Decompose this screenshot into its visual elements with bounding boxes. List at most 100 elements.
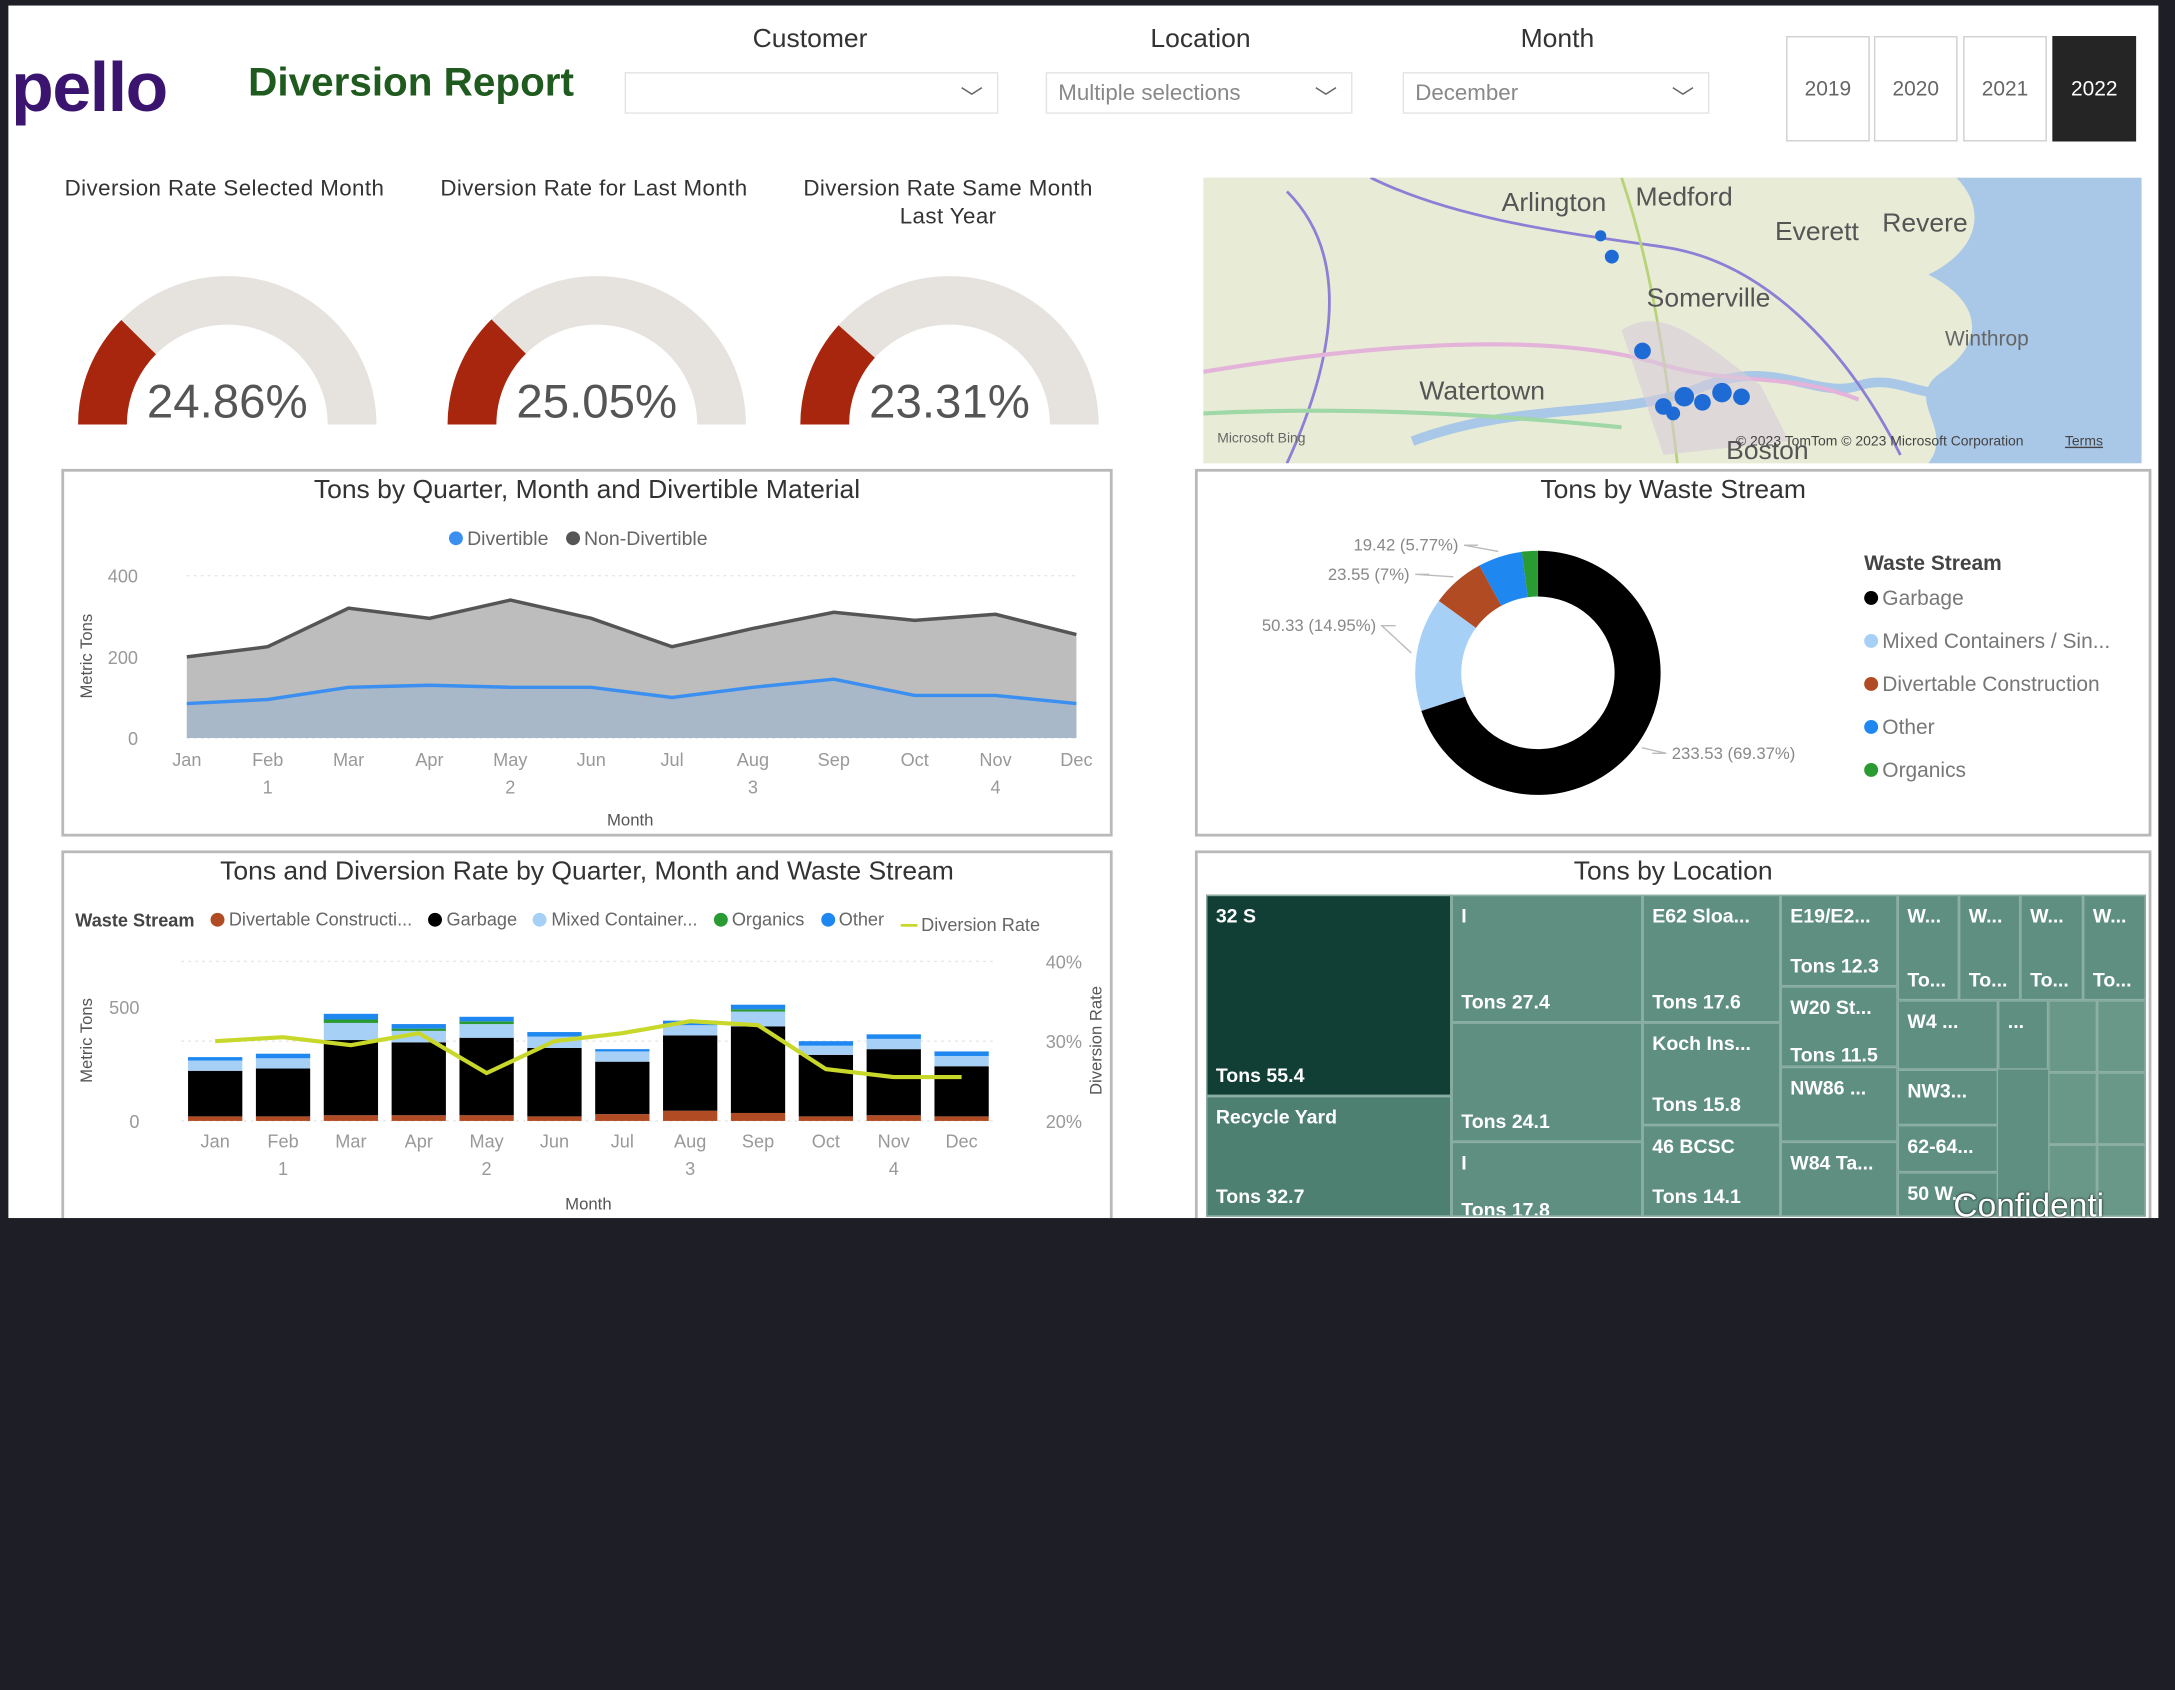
x-tick-label: Sep bbox=[742, 1131, 774, 1151]
y-axis-title: Metric Tons bbox=[77, 614, 96, 699]
year-button-2022[interactable]: 2022 bbox=[2052, 36, 2137, 142]
stacked-bar-segment bbox=[730, 1004, 786, 1010]
month-slicer-dropdown[interactable]: December ﹀ bbox=[1402, 72, 1710, 114]
treemap-small-tile[interactable] bbox=[2097, 1144, 2146, 1217]
treemap-tile-value: To... bbox=[1968, 968, 2008, 991]
map-pin bbox=[1733, 388, 1750, 406]
gauge-value: 23.31% bbox=[869, 376, 1030, 429]
map-pin bbox=[1595, 230, 1607, 242]
treemap-tile-name: E62 Sloa... bbox=[1652, 904, 1750, 927]
treemap-tile-name: I bbox=[1461, 1151, 1467, 1174]
treemap-small-tile[interactable] bbox=[2097, 1000, 2146, 1073]
treemap-tile-value: Tons 32.7 bbox=[1215, 1184, 1305, 1207]
treemap-tile[interactable]: W... To... bbox=[2020, 894, 2084, 1001]
legend-garbage[interactable]: Garbage bbox=[1864, 587, 2143, 630]
treemap-tile[interactable]: Tons 24.1 bbox=[1451, 1022, 1643, 1142]
stacked-bar-segment bbox=[459, 1021, 514, 1025]
stacked-bar-segment bbox=[595, 1049, 650, 1052]
month-slicer-value: December bbox=[1415, 81, 1519, 106]
treemap-tile[interactable]: W... To... bbox=[2083, 894, 2146, 1001]
stacked-bar-segment bbox=[866, 1038, 921, 1050]
treemap-tile[interactable]: W... To... bbox=[1958, 894, 2021, 1001]
stacked-bar-segment bbox=[934, 1051, 989, 1056]
quarter-label: 1 bbox=[263, 778, 273, 798]
treemap-tile[interactable]: I Tons 27.4 bbox=[1451, 894, 1643, 1023]
treemap-tile[interactable]: 62-64... bbox=[1897, 1125, 1999, 1173]
donut-legend: Waste Stream Garbage Mixed Containers / … bbox=[1864, 552, 2143, 802]
x-tick-label: Apr bbox=[415, 750, 443, 770]
legend-mixed-containers[interactable]: Mixed Containers / Sin... bbox=[1864, 630, 2143, 673]
y-tick-label: 400 bbox=[108, 567, 138, 587]
treemap-tile-name: 32 S bbox=[1215, 904, 1257, 927]
year-button-2021[interactable]: 2021 bbox=[1963, 36, 2047, 142]
gauge-title-same-month-last-year: Diversion Rate Same Month Last Year bbox=[803, 177, 1093, 229]
treemap-tile[interactable]: E19/E2... Tons 12.3 bbox=[1780, 894, 1898, 987]
stacked-bar-segment bbox=[188, 1057, 243, 1061]
y-tick-label: 500 bbox=[109, 998, 139, 1018]
treemap-tile[interactable]: 32 S Tons 55.4 bbox=[1206, 894, 1452, 1096]
treemap-plot: 32 S Tons 55.4 Recycle Yard Tons 32.7 I Tons … bbox=[1206, 894, 2146, 1217]
x-tick-label: Feb bbox=[252, 750, 283, 770]
stacked-bar-segment bbox=[798, 1116, 854, 1121]
stacked-bar-segment bbox=[459, 1115, 514, 1121]
treemap-tile-value: Tons 17.8 bbox=[1461, 1198, 1550, 1217]
x-tick-label: Dec bbox=[1060, 750, 1092, 770]
year-button-2020[interactable]: 2020 bbox=[1873, 36, 1958, 142]
treemap-tile[interactable]: I Tons 17.8 bbox=[1451, 1141, 1643, 1217]
x-tick-label: Mar bbox=[333, 750, 364, 770]
donut-leader-line bbox=[1463, 544, 1499, 553]
gauge-value: 24.86% bbox=[147, 376, 308, 429]
stacked-bar-segment bbox=[798, 1054, 854, 1117]
stacked-bar-segment bbox=[595, 1061, 650, 1115]
treemap-tile[interactable]: W... To... bbox=[1897, 894, 1959, 1001]
treemap-tile-value: To... bbox=[2092, 968, 2132, 991]
x-tick-label: Oct bbox=[901, 750, 929, 770]
treemap-tile[interactable]: W20 St... Tons 11.5 bbox=[1780, 986, 1898, 1067]
treemap-tile-value: Tons 27.4 bbox=[1461, 990, 1550, 1013]
legend-other[interactable]: Other bbox=[1864, 716, 2143, 759]
treemap-tile-name: W... bbox=[2092, 904, 2127, 927]
quarter-label: 2 bbox=[505, 778, 515, 798]
stacked-bar-segment bbox=[663, 1025, 718, 1036]
treemap-small-tile[interactable] bbox=[2048, 1072, 2098, 1145]
treemap-small-tile[interactable] bbox=[2097, 1072, 2146, 1145]
stacked-bar-segment bbox=[323, 1040, 379, 1116]
stacked-bar-segment bbox=[459, 1037, 514, 1116]
customer-slicer-dropdown[interactable]: ﹀ bbox=[624, 72, 999, 114]
treemap-tile[interactable]: ... bbox=[1998, 1000, 2049, 1070]
location-slicer-dropdown[interactable]: Multiple selections ﹀ bbox=[1045, 72, 1353, 114]
donut-legend-title: Waste Stream bbox=[1864, 552, 2002, 576]
stacked-bar-segment bbox=[391, 1042, 446, 1116]
treemap-tile[interactable]: 46 BCSC Tons 14.1 bbox=[1642, 1125, 1781, 1217]
x-tick-label: Feb bbox=[267, 1131, 298, 1151]
x-tick-label: Aug bbox=[674, 1131, 706, 1151]
treemap-small-tile[interactable] bbox=[2048, 1000, 2098, 1073]
treemap-tile[interactable]: NW3... bbox=[1897, 1069, 1999, 1126]
stacked-bar-segment bbox=[255, 1053, 311, 1059]
map-terms-link[interactable]: Terms bbox=[2065, 434, 2103, 449]
legend-organics[interactable]: Organics bbox=[1864, 759, 2143, 802]
treemap-tile-value: Tons 24.1 bbox=[1461, 1109, 1550, 1133]
location-map[interactable]: Arlington Medford Everett Revere Somervi… bbox=[1203, 177, 2142, 464]
chevron-down-icon: ﹀ bbox=[1671, 87, 1695, 111]
stacked-bar-segment bbox=[188, 1116, 243, 1121]
treemap-tile[interactable]: Recycle Yard Tons 32.7 bbox=[1206, 1095, 1452, 1217]
treemap-tile-name: W... bbox=[2030, 904, 2064, 927]
x-axis-title: Month bbox=[565, 1195, 611, 1214]
legend-divertable-construction[interactable]: Divertable Construction bbox=[1864, 673, 2143, 716]
year-button-2019[interactable]: 2019 bbox=[1786, 36, 1870, 142]
stacked-bar-segment bbox=[595, 1114, 650, 1121]
treemap-tile[interactable]: W4 ... bbox=[1897, 1000, 1999, 1070]
treemap-tile[interactable]: W84 Ta... bbox=[1780, 1141, 1898, 1217]
chevron-down-icon: ﹀ bbox=[1314, 87, 1338, 111]
treemap-tile[interactable]: Koch Ins... Tons 15.8 bbox=[1642, 1022, 1781, 1126]
location-slicer-value: Multiple selections bbox=[1058, 81, 1241, 106]
x-tick-label: Oct bbox=[812, 1131, 840, 1151]
stacked-bar-segment bbox=[866, 1034, 921, 1039]
treemap-tile-name: ... bbox=[2007, 1009, 2025, 1033]
donut-data-label: 19.42 (5.77%) bbox=[1353, 536, 1458, 555]
map-pin bbox=[1674, 387, 1695, 407]
treemap-tile[interactable]: NW86 ... bbox=[1780, 1066, 1898, 1142]
treemap-tile[interactable]: E62 Sloa... Tons 17.6 bbox=[1642, 894, 1781, 1023]
treemap-tile-name: Recycle Yard bbox=[1215, 1105, 1338, 1128]
